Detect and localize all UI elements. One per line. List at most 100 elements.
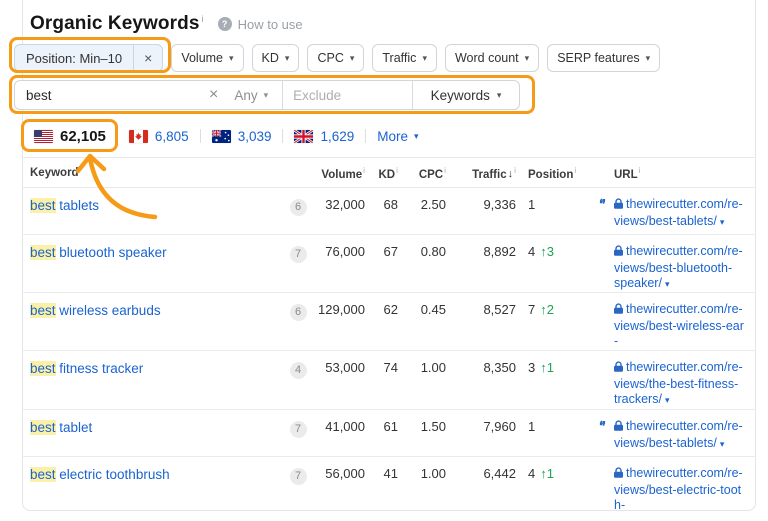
position-cell: 4↑3 bbox=[516, 244, 590, 259]
info-icon: i bbox=[201, 14, 203, 24]
chevron-down-icon: ▾ bbox=[422, 53, 427, 64]
cpc-cell: 1.00 bbox=[398, 360, 446, 375]
url-link[interactable]: thewirecutter.com/re- views/best-wireles… bbox=[614, 302, 744, 351]
keywords-table: Keyword Volumei KDi CPCi Traffic↓i Posit… bbox=[22, 157, 756, 511]
lock-icon bbox=[614, 420, 623, 436]
col-header-position[interactable]: Positioni bbox=[516, 165, 590, 181]
cpc-cell: 0.80 bbox=[398, 244, 446, 259]
keyword-link[interactable]: best tablet bbox=[30, 420, 92, 435]
filter-bar: Position: Min–10 × Volume▾ KD▾ CPC▾ Traf… bbox=[14, 44, 660, 72]
keyword-link[interactable]: best tablets bbox=[30, 198, 99, 213]
url-dropdown-icon[interactable]: ▾ bbox=[665, 279, 670, 289]
serp-features-count-cell: 7 bbox=[285, 419, 311, 438]
traffic-filter-button[interactable]: Traffic▾ bbox=[372, 44, 437, 72]
keyword-cell: best tablets bbox=[30, 197, 285, 215]
cpc-cell: 2.50 bbox=[398, 197, 446, 212]
chevron-down-icon: ▾ bbox=[525, 53, 530, 64]
keyword-search-bar: × Any▾ Keywords▾ bbox=[14, 80, 520, 110]
search-scope-dropdown[interactable]: Keywords▾ bbox=[412, 81, 519, 109]
info-icon: i bbox=[574, 165, 576, 175]
kd-filter-button[interactable]: KD▾ bbox=[252, 44, 300, 72]
remove-filter-icon[interactable]: × bbox=[133, 45, 162, 71]
serp-features-count-cell: 6 bbox=[285, 197, 311, 216]
url-dropdown-icon[interactable]: ▾ bbox=[720, 439, 725, 449]
lock-icon bbox=[614, 361, 623, 377]
traffic-cell: 8,527 bbox=[446, 302, 516, 317]
how-to-use-link[interactable]: ? How to use bbox=[218, 17, 303, 32]
keyword-cell: best tablet bbox=[30, 419, 285, 437]
keyword-link[interactable]: best electric toothbrush bbox=[30, 467, 170, 482]
url-dropdown-icon[interactable]: ▾ bbox=[665, 395, 670, 405]
lock-icon bbox=[614, 467, 623, 483]
table-body: best tablets 6 32,000 68 2.50 9,336 1 ❛❜… bbox=[22, 188, 756, 511]
more-countries-dropdown[interactable]: More▾ bbox=[366, 129, 429, 144]
serp-features-badge: 4 bbox=[290, 362, 307, 379]
highlighted-match: best bbox=[30, 245, 56, 260]
serp-features-count-cell: 7 bbox=[285, 244, 311, 263]
chevron-down-icon: ▾ bbox=[285, 53, 290, 64]
url-dropdown-icon[interactable]: ▾ bbox=[720, 217, 725, 227]
chevron-down-icon: ▾ bbox=[497, 90, 502, 101]
col-header-url[interactable]: URLi bbox=[614, 165, 748, 181]
keyword-count: 6,805 bbox=[155, 129, 189, 144]
country-tab-us[interactable]: 62,105 bbox=[30, 128, 117, 145]
highlighted-match: best bbox=[30, 198, 56, 213]
volume-cell: 56,000 bbox=[311, 466, 365, 481]
organic-keywords-report: Organic Keywordsi ? How to use Position:… bbox=[0, 0, 768, 521]
traffic-cell: 8,350 bbox=[446, 360, 516, 375]
col-header-traffic[interactable]: Traffic↓i bbox=[446, 165, 516, 181]
url-link[interactable]: thewirecutter.com/re- views/the-best-fit… bbox=[614, 360, 743, 406]
position-cell: 3↑1 bbox=[516, 360, 590, 375]
match-mode-dropdown[interactable]: Any▾ bbox=[224, 88, 278, 103]
title-row: Organic Keywordsi ? How to use bbox=[30, 13, 303, 35]
question-circle-icon: ? bbox=[218, 17, 232, 31]
keyword-link[interactable]: best wireless earbuds bbox=[30, 303, 161, 318]
au-flag-icon bbox=[212, 130, 231, 143]
col-header-cpc[interactable]: CPCi bbox=[398, 165, 446, 181]
position-cell: 4↑1 bbox=[516, 466, 590, 481]
volume-filter-button[interactable]: Volume▾ bbox=[171, 44, 243, 72]
highlighted-match: best bbox=[30, 420, 56, 435]
volume-cell: 76,000 bbox=[311, 244, 365, 259]
country-tab-ca[interactable]: 6,805 bbox=[118, 129, 200, 144]
exclude-input[interactable] bbox=[293, 88, 402, 103]
keyword-link[interactable]: best fitness tracker bbox=[30, 361, 143, 376]
cpc-cell: 1.50 bbox=[398, 419, 446, 434]
word-count-filter-button[interactable]: Word count▾ bbox=[445, 44, 539, 72]
keyword-cell: best electric toothbrush bbox=[30, 466, 285, 484]
serp-features-count-cell: 4 bbox=[285, 360, 311, 379]
col-header-keyword: Keyword bbox=[30, 167, 311, 179]
col-header-kd[interactable]: KDi bbox=[365, 165, 398, 181]
traffic-cell: 8,892 bbox=[446, 244, 516, 259]
clear-icon[interactable]: × bbox=[203, 86, 224, 104]
gb-flag-icon bbox=[294, 130, 313, 143]
keyword-link[interactable]: best bluetooth speaker bbox=[30, 245, 167, 260]
url-link[interactable]: thewirecutter.com/re- views/best-bluetoo… bbox=[614, 244, 743, 290]
keyword-count: 3,039 bbox=[238, 129, 272, 144]
url-link[interactable]: thewirecutter.com/re- views/best-electri… bbox=[614, 466, 743, 511]
quote-icon: ❛❜ bbox=[590, 419, 614, 434]
table-header: Keyword Volumei KDi CPCi Traffic↓i Posit… bbox=[22, 157, 756, 188]
volume-cell: 41,000 bbox=[311, 419, 365, 434]
cpc-filter-button[interactable]: CPC▾ bbox=[307, 44, 364, 72]
highlighted-match: best bbox=[30, 361, 56, 376]
serp-features-filter-button[interactable]: SERP features▾ bbox=[547, 44, 660, 72]
url-cell: thewirecutter.com/re- views/best-tablets… bbox=[614, 419, 748, 452]
table-row: best fitness tracker 4 53,000 74 1.00 8,… bbox=[22, 351, 756, 410]
position-change-badge: ↑2 bbox=[540, 302, 554, 317]
col-header-volume[interactable]: Volumei bbox=[311, 165, 365, 181]
highlighted-match: best bbox=[30, 467, 56, 482]
us-flag-icon bbox=[34, 130, 53, 143]
position-change-badge: ↑1 bbox=[540, 466, 554, 481]
lock-icon bbox=[614, 303, 623, 319]
include-input[interactable] bbox=[26, 88, 203, 103]
page-title: Organic Keywordsi bbox=[30, 13, 204, 35]
position-filter-chip[interactable]: Position: Min–10 × bbox=[14, 44, 163, 72]
serp-features-badge: 6 bbox=[290, 304, 307, 321]
url-cell: thewirecutter.com/re- views/the-best-fit… bbox=[614, 360, 748, 409]
country-tab-gb[interactable]: 1,629 bbox=[283, 129, 365, 144]
country-tab-au[interactable]: 3,039 bbox=[201, 129, 283, 144]
kd-cell: 62 bbox=[365, 302, 398, 317]
url-cell: thewirecutter.com/re- views/best-wireles… bbox=[614, 302, 748, 351]
chevron-down-icon: ▾ bbox=[646, 53, 651, 64]
